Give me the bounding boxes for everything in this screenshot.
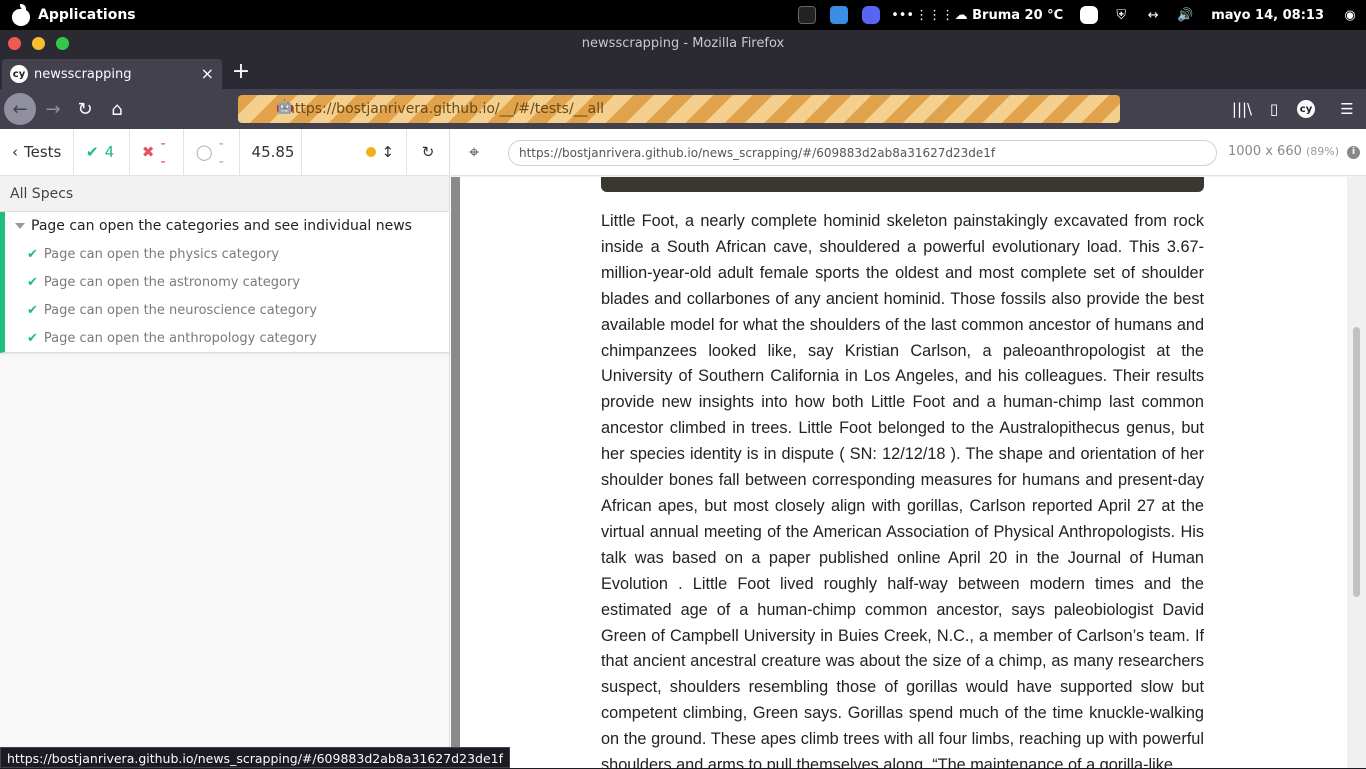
check-icon: ✔	[27, 302, 38, 318]
all-specs-header: All Specs	[0, 176, 449, 212]
window-titlebar: newsscrapping - Mozilla Firefox	[0, 30, 1366, 57]
suite-title: Page can open the categories and see ind…	[31, 218, 412, 234]
caret-down-icon	[15, 223, 25, 229]
cypress-badge-icon: cy	[1297, 100, 1315, 118]
tests-nav-button[interactable]: ‹ Tests	[0, 128, 74, 176]
sidebar-icon[interactable]: ▯	[1258, 93, 1290, 125]
test-item[interactable]: ✔ Page can open the anthropology categor…	[5, 324, 449, 352]
cypress-runner: ‹ Tests ✔ 4 ✖ -- ◯ -- 45.85 ↕ ↻ All Spec…	[0, 128, 1366, 768]
system-tray: ••• ⋮⋮⋮ ☁ Bruma 20 °C ⛨ ↔ 🔊 mayo 14, 08:…	[791, 0, 1366, 30]
passed-count: ✔ 4	[74, 128, 130, 176]
test-item[interactable]: ✔ Page can open the physics category	[5, 240, 449, 268]
system-panel: Applications ••• ⋮⋮⋮ ☁ Bruma 20 °C ⛨ ↔ 🔊…	[0, 0, 1366, 30]
scrollbar-thumb[interactable]	[1353, 327, 1360, 597]
tests-label: Tests	[24, 143, 62, 161]
cross-icon: ✖	[141, 143, 155, 161]
article-image	[601, 177, 1204, 192]
pending-count: ◯ --	[184, 128, 240, 176]
maximize-window-button[interactable]	[56, 37, 69, 50]
viewport-dimensions: 1000 x 660	[1228, 144, 1302, 159]
viewport-gutter	[451, 177, 460, 768]
duration: 45.85	[240, 128, 302, 176]
failed-count: ✖ --	[130, 128, 184, 176]
aut-viewport: Little Foot, a nearly complete hominid s…	[460, 177, 1347, 768]
library-icon[interactable]: |||\	[1226, 93, 1258, 125]
rerun-icon: ↻	[421, 143, 435, 161]
reporter-header: ‹ Tests ✔ 4 ✖ -- ◯ -- 45.85 ↕ ↻	[0, 128, 449, 176]
close-window-button[interactable]	[8, 37, 21, 50]
new-tab-button[interactable]: +	[230, 59, 252, 84]
test-title: Page can open the anthropology category	[43, 330, 317, 346]
shield-icon[interactable]: ⛨	[1105, 0, 1137, 30]
discord-icon[interactable]	[855, 0, 887, 30]
viewport-scrollbar[interactable]	[1347, 177, 1366, 768]
tab-newsscrapping[interactable]: cy newsscrapping ×	[2, 59, 222, 89]
url-text: https://bostjanrivera.github.io/__/#/tes…	[286, 101, 605, 117]
pending-circle-icon: ◯	[195, 143, 213, 161]
apple-logo-icon	[10, 4, 32, 26]
finder-icon[interactable]	[823, 0, 855, 30]
home-button[interactable]: ⌂	[101, 93, 133, 125]
window-title: newsscrapping - Mozilla Firefox	[581, 36, 785, 51]
url-bar[interactable]: 🤖 https://bostjanrivera.github.io/__/#/t…	[238, 95, 1120, 123]
navigation-bar: ← → ↻ ⌂ 🤖 https://bostjanrivera.github.i…	[0, 89, 1366, 129]
check-icon: ✔	[27, 274, 38, 290]
volume-icon[interactable]: 🔊	[1169, 0, 1201, 30]
clock[interactable]: mayo 14, 08:13	[1201, 8, 1334, 23]
forward-button[interactable]: →	[37, 93, 69, 125]
test-title: Page can open the astronomy category	[43, 274, 301, 290]
link-status-bar: https://bostjanrivera.github.io/news_scr…	[0, 747, 510, 768]
network-icon[interactable]: ↔	[1137, 0, 1169, 30]
aut-header: ⌖ https://bostjanrivera.github.io/news_s…	[451, 129, 1366, 176]
chevron-left-icon: ‹	[12, 143, 18, 161]
test-item[interactable]: ✔ Page can open the neuroscience categor…	[5, 296, 449, 324]
user-icon[interactable]: ◉	[1334, 0, 1366, 30]
auto-scroll-toggle[interactable]: ↕	[302, 129, 407, 176]
app-grid-icon[interactable]: ⋮⋮⋮	[915, 0, 954, 30]
viewport-scale: (89%)	[1306, 145, 1340, 158]
more-icon[interactable]: •••	[887, 0, 919, 30]
passed-value: 4	[104, 143, 115, 161]
weather-indicator[interactable]: ☁ Bruma 20 °C	[951, 8, 1074, 23]
tab-strip: cy newsscrapping × +	[0, 57, 1366, 89]
tab-title: newsscrapping	[34, 66, 132, 82]
reporter-panel: ‹ Tests ✔ 4 ✖ -- ◯ -- 45.85 ↕ ↻ All Spec…	[0, 128, 450, 768]
cypress-favicon-icon: cy	[10, 65, 28, 83]
suite: Page can open the categories and see ind…	[0, 212, 449, 353]
rerun-button[interactable]: ↻	[406, 128, 449, 176]
app-under-test-panel: ⌖ https://bostjanrivera.github.io/news_s…	[451, 129, 1366, 768]
applications-menu[interactable]: Applications	[0, 4, 136, 26]
discord-tray-icon[interactable]	[1073, 0, 1105, 30]
running-dot-icon	[365, 147, 376, 157]
test-item[interactable]: ✔ Page can open the astronomy category	[5, 268, 449, 296]
applications-label: Applications	[38, 7, 136, 23]
selector-playground-icon[interactable]: ⌖	[469, 142, 479, 163]
robot-icon: 🤖	[276, 99, 294, 115]
reload-button[interactable]: ↻	[69, 93, 101, 125]
suite-title-row[interactable]: Page can open the categories and see ind…	[5, 212, 449, 240]
info-icon[interactable]: i	[1347, 146, 1360, 159]
check-icon: ✔	[27, 246, 38, 262]
test-title: Page can open the neuroscience category	[43, 302, 318, 318]
cypress-extension-icon[interactable]: cy	[1290, 93, 1322, 125]
menu-icon[interactable]: ☰	[1331, 93, 1363, 125]
tab-close-icon[interactable]: ×	[201, 64, 214, 83]
scroll-arrows-icon: ↕	[381, 143, 395, 161]
minimize-window-button[interactable]	[32, 37, 45, 50]
check-icon: ✔	[27, 330, 38, 346]
terminal-icon[interactable]	[791, 0, 823, 30]
aut-url-field[interactable]: https://bostjanrivera.github.io/news_scr…	[508, 140, 1217, 166]
article-body: Little Foot, a nearly complete hominid s…	[601, 212, 1204, 768]
back-button[interactable]: ←	[4, 93, 36, 125]
pending-value: --	[218, 134, 224, 170]
failed-value: --	[160, 134, 166, 170]
test-title: Page can open the physics category	[43, 246, 280, 262]
viewport-size: 1000 x 660 (89%)	[1228, 144, 1339, 159]
check-icon: ✔	[86, 143, 99, 161]
